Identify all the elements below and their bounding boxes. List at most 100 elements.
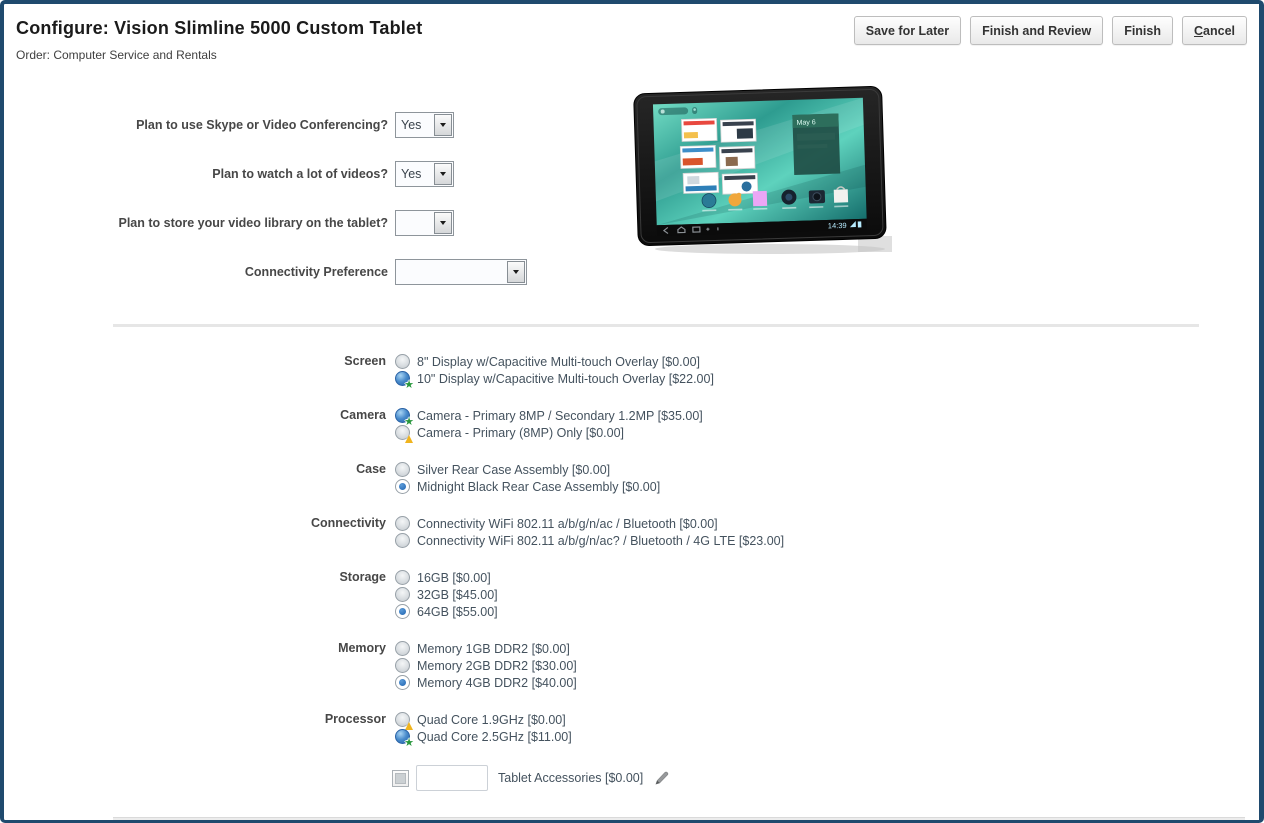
tablet-illustration: May 6 14:39 [633,86,892,254]
option-row[interactable]: Camera - Primary (8MP) Only [$0.00] [395,424,703,443]
radio-unselected-icon[interactable] [395,516,410,531]
connectivity-preference-select[interactable] [395,259,527,285]
radio-unselected-icon[interactable] [395,354,410,369]
option-row[interactable]: Connectivity WiFi 802.11 a/b/g/n/ac? / B… [395,532,784,549]
option-row[interactable]: ★ Camera - Primary 8MP / Secondary 1.2MP … [395,407,703,428]
questions-section: Plan to use Skype or Video Conferencing?… [4,112,564,308]
plan-to-store-your-video-libra-select[interactable] [395,210,454,236]
option-row[interactable]: 8" Display w/Capacitive Multi-touch Over… [395,353,714,370]
page-title: Configure: Vision Slimline 5000 Custom T… [16,18,423,38]
recommended-star-icon: ★ [404,737,414,749]
radio-unselected-icon[interactable] [395,587,410,602]
plan-to-watch-a-lot-of-videos-select[interactable]: Yes [395,161,454,187]
option-row[interactable]: ★ 10" Display w/Capacitive Multi-touch Ov… [395,370,714,391]
group-options: Silver Rear Case Assembly [$0.00] Midnigh… [395,461,660,495]
warning-triangle-icon [405,435,413,443]
checkbox-inner [395,772,406,784]
option-row[interactable]: Silver Rear Case Assembly [$0.00] [395,461,660,478]
option-label: Memory 4GB DDR2 [$40.00] [417,675,577,690]
warning-triangle-icon [405,722,413,730]
dropdown-arrow-icon[interactable] [434,163,452,185]
group-options: Quad Core 1.9GHz [$0.00] ★ Quad Core 2.5GH… [395,711,572,749]
finish-button[interactable]: Finish [1112,16,1173,45]
question-label: Plan to use Skype or Video Conferencing? [136,117,388,132]
option-label: 32GB [$45.00] [417,587,498,602]
question-row-plan-to-store-your-video-libra: Plan to store your video library on the … [4,210,564,236]
option-row[interactable]: Connectivity WiFi 802.11 a/b/g/n/ac / Bl… [395,515,784,532]
dropdown-arrow-icon[interactable] [434,114,452,136]
radio-selected-icon[interactable]: ★ [395,729,414,749]
order-subtitle: Order: Computer Service and Rentals [16,48,217,62]
option-row[interactable]: ★ Quad Core 2.5GHz [$11.00] [395,728,572,749]
accessories-row: Tablet Accessories [$0.00] [392,764,670,792]
option-label: Midnight Black Rear Case Assembly [$0.00… [417,479,661,494]
group-label: Processor [324,712,386,726]
option-row[interactable]: Quad Core 1.9GHz [$0.00] [395,711,572,730]
option-row[interactable]: Memory 2GB DDR2 [$30.00] [395,657,577,674]
group-options: Memory 1GB DDR2 [$0.00] Memory 2GB DDR2 [… [395,640,577,691]
option-row[interactable]: Memory 1GB DDR2 [$0.00] [395,640,577,657]
radio-selected-icon[interactable] [395,479,410,494]
option-row[interactable]: 64GB [$55.00] [395,603,498,620]
option-label: Camera - Primary (8MP) Only [$0.00] [417,425,624,440]
option-label: 10" Display w/Capacitive Multi-touch Ove… [417,371,714,386]
finish-and-review-button[interactable]: Finish and Review [970,16,1104,45]
option-label: 64GB [$55.00] [417,604,498,619]
option-group-connectivity: Connectivity Connectivity WiFi 802.11 a/b… [4,515,904,549]
option-group-screen: Screen 8" Display w/Capacitive Multi-touc… [4,353,904,391]
recommended-star-icon: ★ [404,379,414,391]
radio-unselected-icon[interactable] [395,641,410,656]
dropdown-arrow-icon[interactable] [434,212,452,234]
select-value: Yes [401,118,422,132]
cancel-button[interactable]: Cancel [1182,16,1247,45]
option-label: Camera - Primary 8MP / Secondary 1.2MP [… [417,408,703,423]
option-row[interactable]: Midnight Black Rear Case Assembly [$0.00… [395,478,660,495]
group-options: 16GB [$0.00] 32GB [$45.00] 64GB [$55.00] [395,569,498,620]
option-label: 8" Display w/Capacitive Multi-touch Over… [417,354,701,369]
widget-date-label: May 6 [797,119,816,127]
option-row[interactable]: 16GB [$0.00] [395,569,498,586]
accessories-quantity-input[interactable] [416,765,488,791]
option-row[interactable]: Memory 4GB DDR2 [$40.00] [395,674,577,691]
dropdown-arrow-icon[interactable] [507,261,525,283]
radio-selected-icon[interactable] [395,675,410,690]
option-label: 16GB [$0.00] [417,570,491,585]
section-divider [113,324,1199,327]
group-options: Connectivity WiFi 802.11 a/b/g/n/ac / Bl… [395,515,784,549]
radio-selected-icon[interactable] [395,604,410,619]
option-group-case: Case Silver Rear Case Assembly [$0.00] Mid… [4,461,904,495]
radio-selected-icon[interactable]: ★ [395,371,414,391]
question-label: Plan to watch a lot of videos? [212,166,388,181]
accessories-checkbox[interactable] [392,769,409,787]
accessories-label: Tablet Accessories [$0.00] [498,771,644,785]
tablet-clock-label: 14:39 [828,221,847,231]
radio-unselected-icon[interactable] [395,570,410,585]
option-group-memory: Memory Memory 1GB DDR2 [$0.00] Memory 2GB … [4,640,904,691]
option-label: Memory 1GB DDR2 [$0.00] [417,641,570,656]
question-row-plan-to-use-skype-or-video-con: Plan to use Skype or Video Conferencing?… [4,112,564,138]
radio-unselected-icon[interactable] [395,533,410,548]
product-image: May 6 14:39 [630,86,892,258]
plan-to-use-skype-or-video-con-select[interactable]: Yes [395,112,454,138]
option-group-camera: Camera ★ Camera - Primary 8MP / Secondary … [4,407,904,443]
option-label: Quad Core 2.5GHz [$11.00] [417,729,572,744]
radio-unselected-icon[interactable] [395,462,410,477]
radio-selected-icon[interactable]: ★ [395,408,414,428]
option-group-storage: Storage 16GB [$0.00] 32GB [$45.00] 64GB [$5… [4,569,904,620]
group-label: Screen [344,354,386,368]
select-value: Yes [401,167,422,181]
group-label: Connectivity [310,516,386,530]
option-label: Connectivity WiFi 802.11 a/b/g/n/ac? / B… [417,533,785,548]
radio-unselected-icon[interactable] [395,425,413,443]
radio-unselected-icon[interactable] [395,712,413,730]
group-label: Memory [338,641,386,655]
option-groups-section: Screen 8" Display w/Capacitive Multi-touc… [4,353,904,765]
option-row[interactable]: 32GB [$45.00] [395,586,498,603]
option-label: Silver Rear Case Assembly [$0.00] [417,462,611,477]
radio-unselected-icon[interactable] [395,658,410,673]
question-row-plan-to-watch-a-lot-of-videos: Plan to watch a lot of videos? Yes [4,161,564,187]
edit-pencil-icon[interactable] [652,769,670,787]
option-label: Connectivity WiFi 802.11 a/b/g/n/ac / Bl… [417,516,718,531]
save-for-later-button[interactable]: Save for Later [853,16,962,45]
group-options: ★ Camera - Primary 8MP / Secondary 1.2MP … [395,407,703,443]
